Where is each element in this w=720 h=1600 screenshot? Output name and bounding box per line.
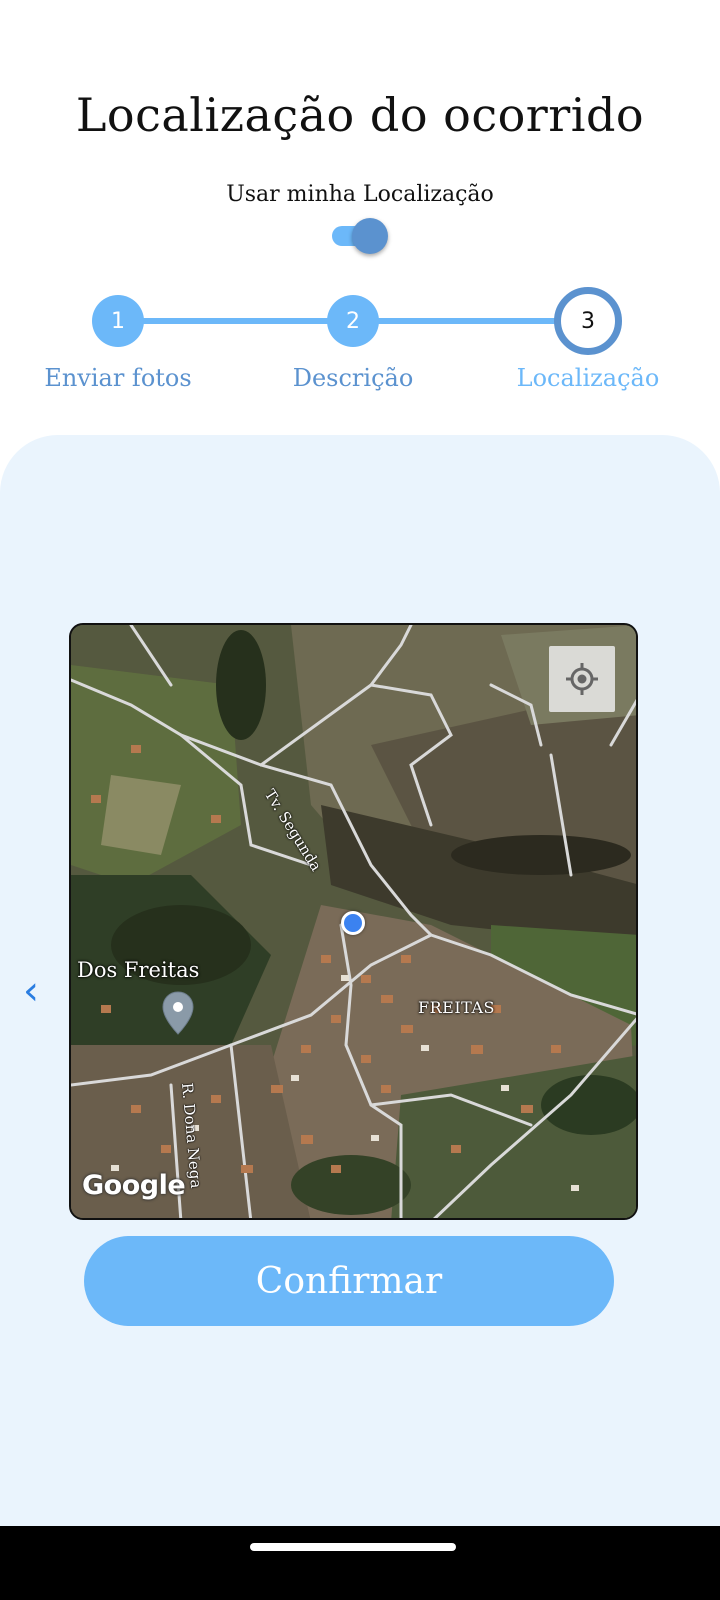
system-nav-bar (0, 1526, 720, 1600)
home-indicator[interactable] (250, 1543, 456, 1551)
step-2-number: 2 (346, 308, 360, 334)
step-2-circle: 2 (327, 295, 379, 347)
step-3-label: Localização (516, 364, 660, 392)
step-1-number: 1 (111, 308, 125, 334)
toggle-thumb (352, 218, 388, 254)
map-area-label: FREITAS (418, 998, 495, 1017)
use-location-label: Usar minha Localização (226, 182, 494, 207)
crosshair-icon (566, 663, 598, 695)
chevron-left-icon[interactable]: ‹ (16, 966, 46, 1016)
user-location-dot (341, 911, 365, 935)
place-pin-icon[interactable] (160, 990, 196, 1038)
step-1-circle: 1 (92, 295, 144, 347)
step-1-label: Enviar fotos (44, 364, 192, 392)
page-title: Localização do ocorrido (75, 88, 645, 142)
step-3-number: 3 (581, 308, 595, 334)
stepper-line-2 (364, 318, 564, 324)
use-location-toggle[interactable] (332, 218, 388, 254)
map-place-label: Dos Freitas (77, 958, 200, 982)
my-location-button[interactable] (549, 646, 615, 712)
stepper-line-1 (130, 318, 350, 324)
step-3-circle: 3 (554, 287, 622, 355)
google-attribution: Google (82, 1170, 186, 1201)
step-2-label: Descrição (292, 364, 414, 392)
confirm-button[interactable]: Confirmar (84, 1236, 614, 1326)
